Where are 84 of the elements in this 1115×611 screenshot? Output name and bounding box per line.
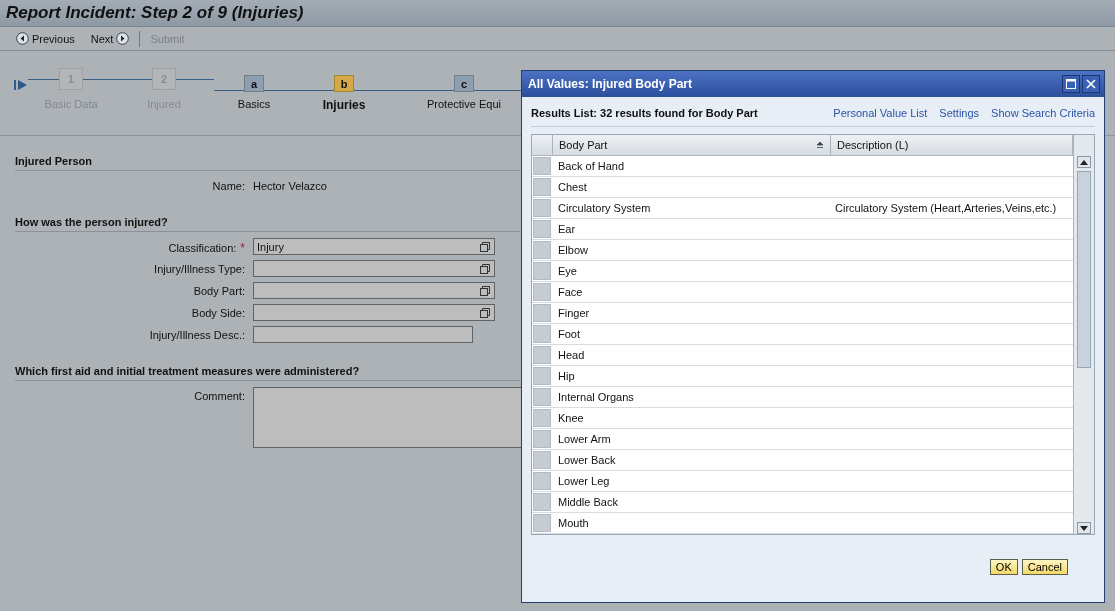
- table-cell: Head: [558, 349, 585, 361]
- name-value: Hector Velazco: [253, 179, 327, 192]
- table-cell: Foot: [558, 328, 580, 340]
- row-selector[interactable]: [533, 157, 551, 175]
- dialog-title: All Values: Injured Body Part: [528, 77, 693, 91]
- value-help-field[interactable]: [253, 282, 495, 299]
- section-title: Injured Person: [15, 150, 520, 171]
- close-button[interactable]: [1082, 75, 1100, 93]
- field-label: Comment:: [194, 390, 245, 402]
- row-selector[interactable]: [533, 430, 551, 448]
- table-cell: Internal Organs: [558, 391, 634, 403]
- row-selector[interactable]: [533, 325, 551, 343]
- row-selector[interactable]: [533, 304, 551, 322]
- table-cell: Chest: [558, 181, 587, 193]
- value-help-field[interactable]: Injury: [253, 238, 495, 255]
- step-label: Basics: [237, 98, 271, 110]
- maximize-icon[interactable]: [1066, 79, 1076, 89]
- link[interactable]: Personal Value List: [833, 107, 928, 119]
- step-label: Injuries: [322, 98, 366, 112]
- row-selector[interactable]: [533, 493, 551, 511]
- table-cell: Eye: [558, 265, 577, 277]
- roadmap-step[interactable]: a: [244, 75, 264, 92]
- value-help-icon[interactable]: [479, 307, 491, 319]
- row-selector[interactable]: [533, 262, 551, 280]
- value-help-icon[interactable]: [479, 241, 491, 253]
- table-cell: Elbow: [558, 244, 588, 256]
- table-cell: Lower Arm: [558, 433, 611, 445]
- results-text: Results List: 32 results found for Body Part: [531, 107, 758, 119]
- row-selector[interactable]: [533, 514, 551, 532]
- row-selector[interactable]: [533, 388, 551, 406]
- field-label: Name:: [212, 180, 245, 192]
- table-cell: Mouth: [558, 517, 589, 529]
- table-cell: Lower Back: [558, 454, 616, 466]
- row-selector[interactable]: [533, 346, 551, 364]
- table-cell: Knee: [558, 412, 584, 424]
- row-selector[interactable]: [533, 199, 551, 217]
- table-cell: Lower Leg: [558, 475, 610, 487]
- previous-icon: [16, 32, 29, 45]
- column-header[interactable]: Body Part: [553, 135, 831, 155]
- required-mark: *: [240, 241, 245, 255]
- value-help-field[interactable]: [253, 260, 495, 277]
- table-cell: Middle Back: [558, 496, 618, 508]
- table-cell: Circulatory System (Heart,Arteries,Veins,etc.): [835, 202, 1057, 214]
- roadmap-step[interactable]: b: [334, 75, 354, 92]
- cancel-button[interactable]: Cancel: [1021, 559, 1068, 575]
- table-cell: Ear: [558, 223, 576, 235]
- table-cell: Finger: [558, 307, 590, 319]
- row-selector[interactable]: [533, 220, 551, 238]
- ok-button[interactable]: OK: [989, 559, 1018, 575]
- row-selector[interactable]: [533, 472, 551, 490]
- row-selector[interactable]: [533, 178, 551, 196]
- next-icon: [116, 32, 130, 45]
- table-cell: Circulatory System: [558, 202, 651, 214]
- sort-icon[interactable]: [816, 141, 824, 149]
- table-cell: Face: [558, 286, 583, 298]
- row-selector[interactable]: [533, 451, 551, 469]
- roadmap-step[interactable]: c: [454, 75, 474, 92]
- value-help-icon[interactable]: [479, 285, 491, 297]
- row-selector[interactable]: [533, 241, 551, 259]
- link[interactable]: Settings: [939, 107, 980, 119]
- step-label: Protective Equi: [427, 98, 501, 110]
- field-label: Body Side:: [191, 307, 245, 319]
- value-help-field[interactable]: [253, 304, 495, 321]
- field-label: Classification:: [168, 242, 237, 254]
- field-label: Injury/Illness Type:: [154, 263, 245, 275]
- value-help-icon[interactable]: [479, 263, 491, 275]
- scrollbar[interactable]: [1073, 135, 1094, 534]
- link[interactable]: Show Search Criteria: [991, 107, 1095, 119]
- input-field[interactable]: [253, 326, 473, 343]
- close-icon[interactable]: [1086, 79, 1096, 89]
- section-title: Which first aid and initial treatment measures were administered?: [15, 360, 520, 381]
- table-cell: Back of Hand: [558, 160, 625, 172]
- section-title: How was the person injured?: [15, 211, 520, 232]
- field-label: Body Part:: [193, 285, 245, 297]
- row-selector[interactable]: [533, 409, 551, 427]
- table-cell: Hip: [558, 370, 575, 382]
- maximize-button[interactable]: [1062, 75, 1080, 93]
- row-selector[interactable]: [533, 283, 551, 301]
- previous-button[interactable]: Previous: [10, 30, 81, 47]
- next-button[interactable]: Next: [84, 30, 136, 47]
- field-label: Injury/Illness Desc.:: [149, 329, 245, 341]
- window-title: Report Incident: Step 2 of 9 (Injuries): [6, 3, 304, 23]
- roadmap-start-icon: [14, 79, 28, 91]
- row-selector[interactable]: [533, 367, 551, 385]
